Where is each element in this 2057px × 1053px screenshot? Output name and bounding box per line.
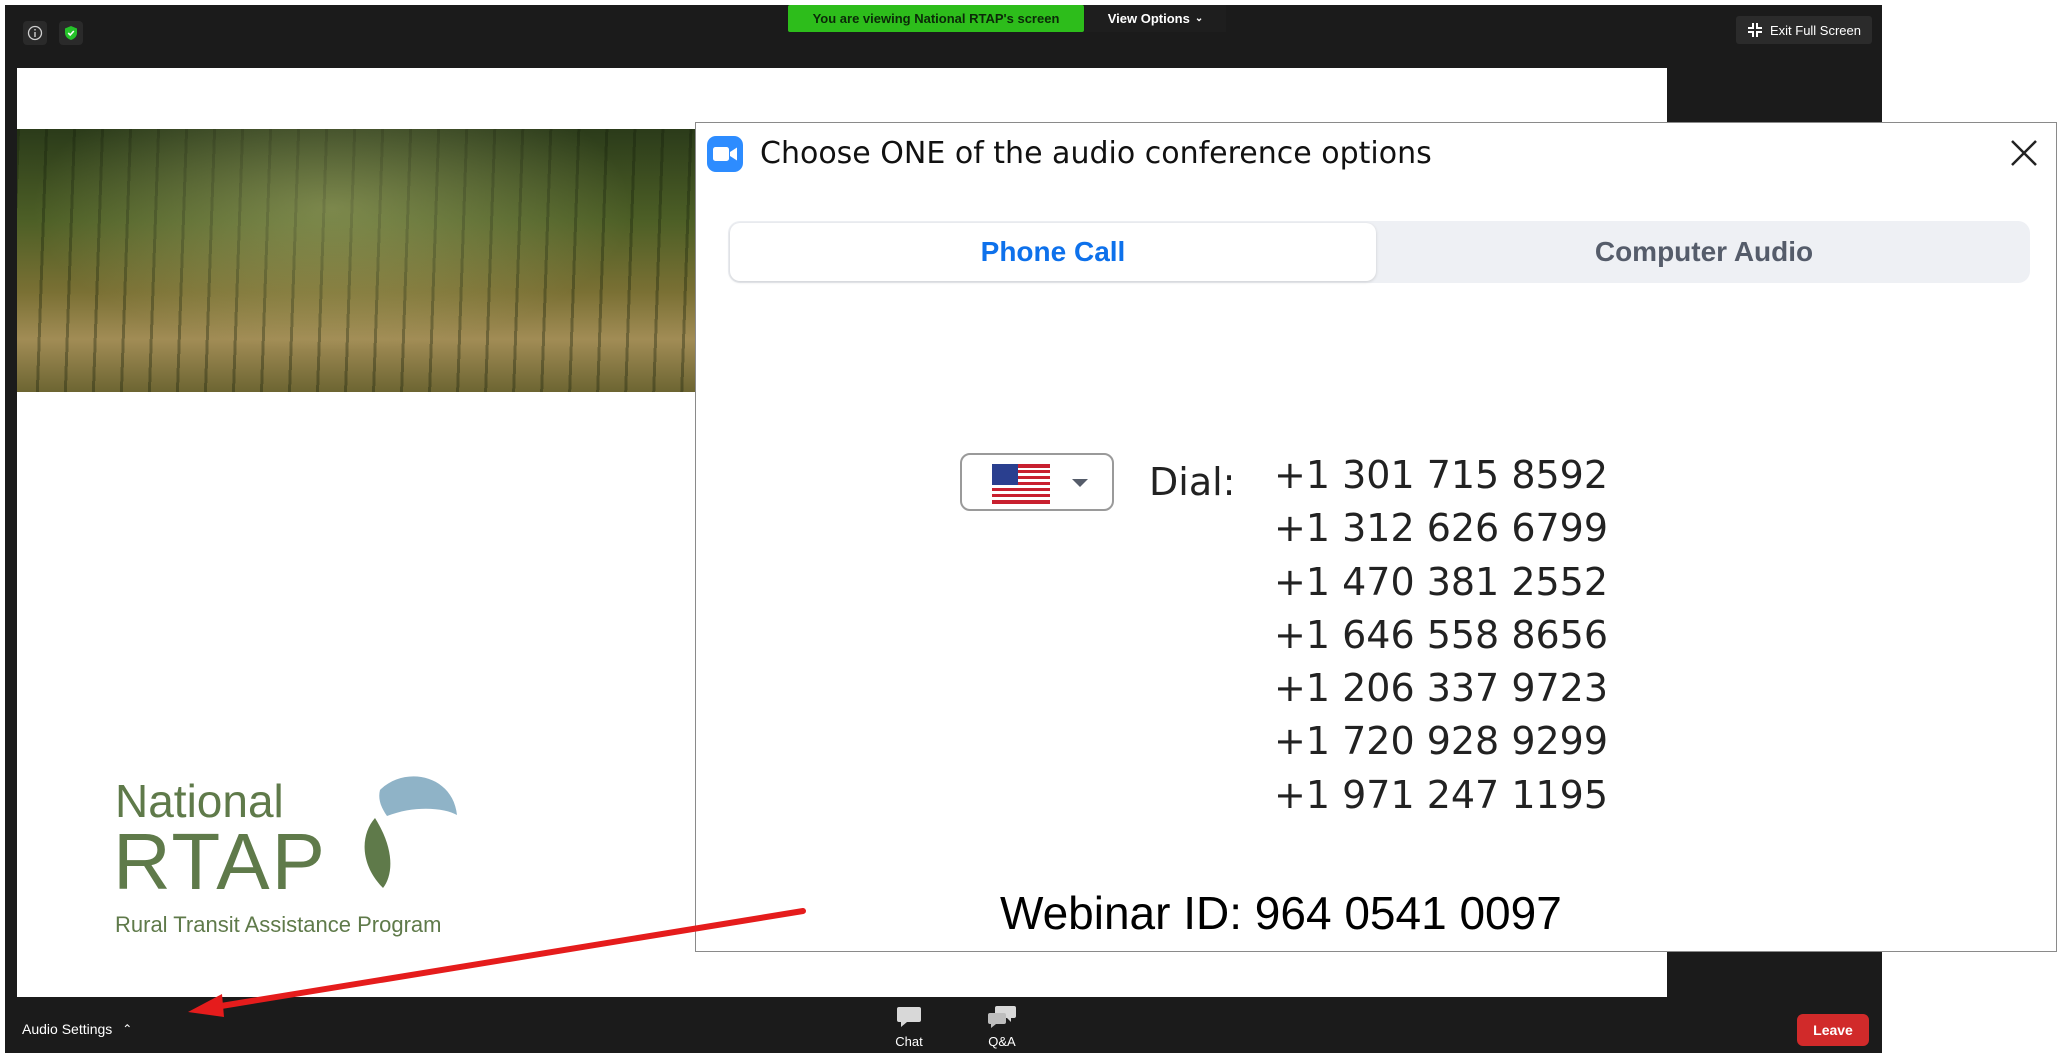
national-rtap-logo: National RTAP Rural Transit Assistance P… — [113, 774, 475, 997]
close-icon[interactable] — [2008, 137, 2040, 169]
dialog-title: Choose ONE of the audio conference optio… — [760, 136, 1432, 171]
chat-button[interactable]: Chat — [879, 1005, 939, 1049]
dial-in-number: +1 206 337 9723 — [1274, 666, 1609, 711]
chat-bubble-icon — [897, 1007, 921, 1027]
qa-bubbles-icon — [988, 1006, 1016, 1028]
meeting-info-icon[interactable] — [23, 21, 47, 45]
encryption-shield-icon[interactable] — [59, 21, 83, 45]
exit-full-screen-button[interactable]: Exit Full Screen — [1736, 16, 1872, 44]
country-dropdown[interactable] — [960, 453, 1114, 511]
tab-computer-audio[interactable]: Computer Audio — [1378, 221, 2030, 283]
dial-in-number-list: +1 301 715 8592 +1 312 626 6799 +1 470 3… — [1274, 449, 1608, 822]
audio-settings-label: Audio Settings — [22, 1021, 113, 1037]
logo-rtap-text: RTAP — [113, 817, 327, 906]
meeting-toolbar: Audio Settings ⌃ Chat Q&A Leave — [5, 1002, 1882, 1053]
audio-conference-dialog: Choose ONE of the audio conference optio… — [695, 122, 2057, 952]
rtap-leaf-logo-icon — [364, 776, 457, 888]
exit-fullscreen-icon — [1747, 23, 1762, 37]
view-options-menu[interactable]: View Options ⌄ — [1085, 5, 1226, 32]
chevron-down-icon: ⌄ — [1194, 13, 1204, 24]
chat-label: Chat — [895, 1034, 923, 1049]
dial-in-number: +1 646 558 8656 — [1274, 612, 1609, 657]
qa-label: Q&A — [988, 1034, 1016, 1049]
logo-tagline: Rural Transit Assistance Program — [115, 912, 442, 937]
qa-button[interactable]: Q&A — [972, 1005, 1032, 1049]
tab-phone-call[interactable]: Phone Call — [730, 223, 1376, 281]
view-options-label: View Options — [1107, 11, 1190, 26]
exit-full-screen-label: Exit Full Screen — [1769, 22, 1862, 38]
dial-in-number: +1 720 928 9299 — [1274, 719, 1609, 764]
zoom-camera-icon — [707, 136, 743, 172]
leave-button[interactable]: Leave — [1797, 1014, 1869, 1046]
dial-in-number: +1 971 247 1195 — [1274, 772, 1609, 817]
forest-photo-light — [17, 129, 717, 392]
webinar-id-text: Webinar ID: 964 0541 0097 — [1000, 887, 1562, 939]
screen-share-banner: You are viewing National RTAP's screen — [788, 5, 1084, 32]
audio-option-tabs: Phone Call Computer Audio — [728, 221, 2030, 283]
dial-label: Dial: — [1149, 460, 1236, 504]
dial-in-number: +1 301 715 8592 — [1274, 453, 1609, 497]
dial-in-number: +1 470 381 2552 — [1274, 559, 1609, 604]
chevron-up-icon: ⌃ — [122, 1022, 133, 1036]
audio-settings-button[interactable]: Audio Settings ⌃ — [22, 1021, 132, 1037]
us-flag-icon — [992, 464, 1050, 504]
dial-in-number: +1 312 626 6799 — [1274, 506, 1609, 551]
dropdown-caret-icon — [1072, 479, 1088, 487]
